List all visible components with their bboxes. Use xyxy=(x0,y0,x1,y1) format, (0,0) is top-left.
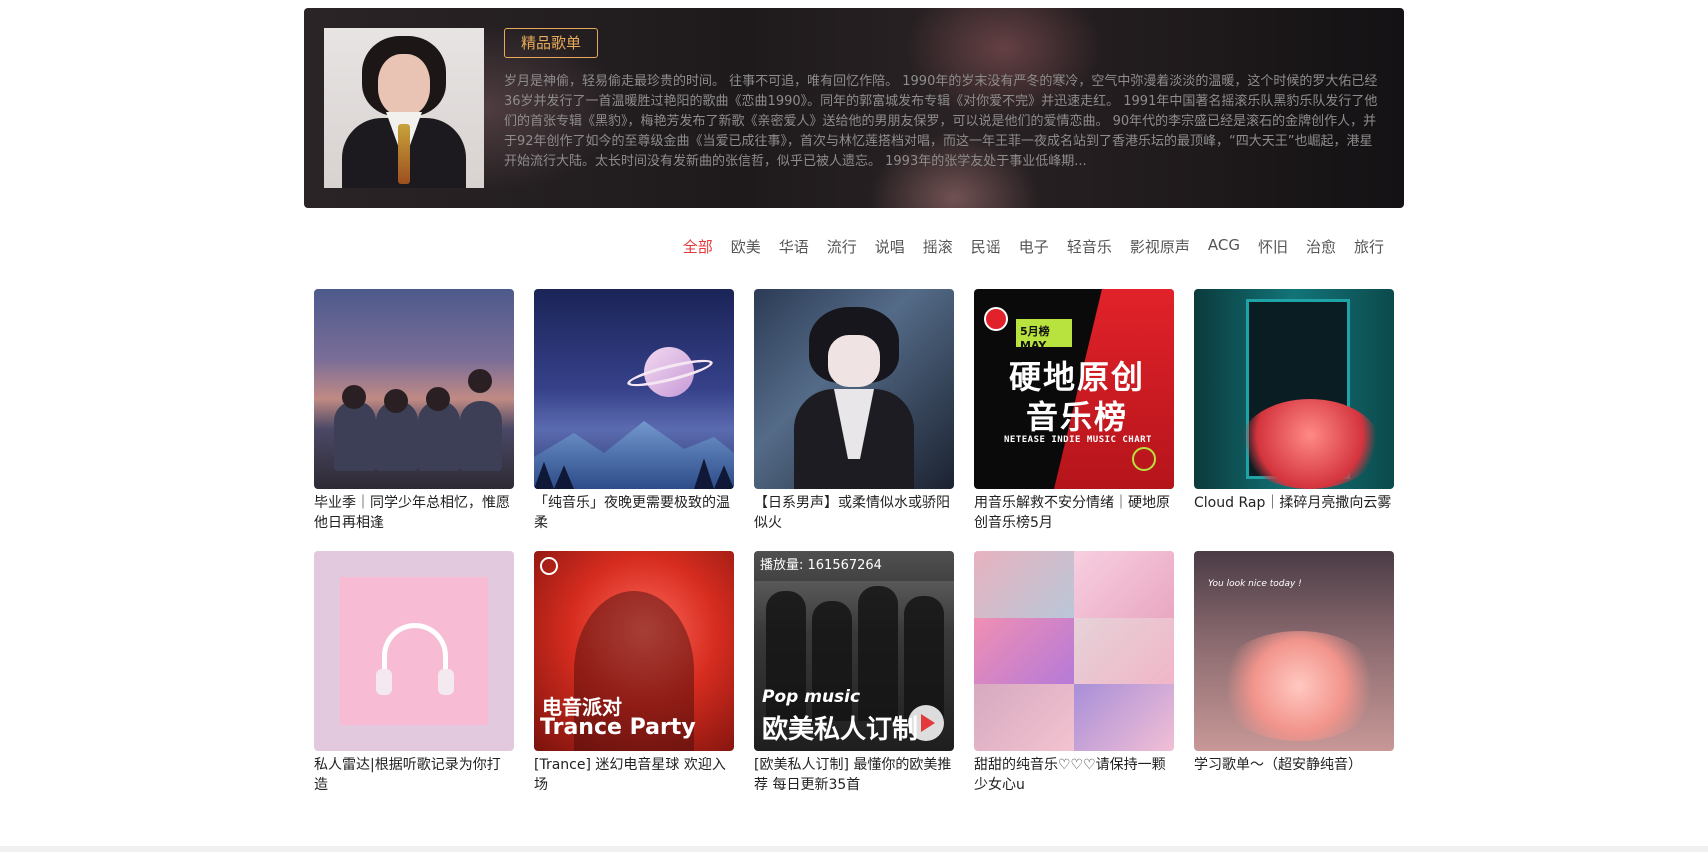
playlist-title[interactable]: [欧美私人订制] 最懂你的欧美推荐 每日更新35首 xyxy=(754,755,954,795)
featured-playlist-banner[interactable]: 精品歌单 岁月是神偷，轻易偷走最珍贵的时间。 往事不可追，唯有回忆作陪。 199… xyxy=(304,8,1404,208)
tab-8[interactable]: 轻音乐 xyxy=(1067,236,1112,257)
playlist-card[interactable]: You look nice today ! 学习歌单～（超安静纯音） xyxy=(1194,551,1394,795)
tab-5[interactable]: 摇滚 xyxy=(923,236,953,257)
playlist-title[interactable]: 毕业季｜同学少年总相忆，惟愿他日再相逢 xyxy=(314,493,514,533)
playlist-card[interactable]: Cloud Rap｜揉碎月亮撒向云雾 xyxy=(1194,289,1394,533)
page-bottom-divider xyxy=(0,846,1708,852)
playlist-card[interactable]: 5月榜 MAY. 硬地原创音乐榜 NETEASE INDIE MUSIC CHA… xyxy=(974,289,1174,533)
netease-logo-icon xyxy=(540,557,558,575)
cover-title-text: 硬地原创音乐榜 xyxy=(1008,358,1145,436)
playlist-cover[interactable]: 电音派对 Trance Party xyxy=(534,551,734,751)
tab-4[interactable]: 说唱 xyxy=(875,236,905,257)
playlist-title[interactable]: 学习歌单～（超安静纯音） xyxy=(1194,755,1394,795)
page: 精品歌单 岁月是神偷，轻易偷走最珍贵的时间。 往事不可追，唯有回忆作陪。 199… xyxy=(0,0,1708,852)
playlist-cover[interactable] xyxy=(314,551,514,751)
playlist-title[interactable]: 【日系男声】或柔情似水或骄阳似火 xyxy=(754,493,954,533)
playlist-cover[interactable]: 5月榜 MAY. 硬地原创音乐榜 NETEASE INDIE MUSIC CHA… xyxy=(974,289,1174,489)
tab-11[interactable]: 怀旧 xyxy=(1258,236,1288,257)
playlist-title[interactable]: [Trance] 迷幻电音星球 欢迎入场 xyxy=(534,755,734,795)
tab-2[interactable]: 华语 xyxy=(779,236,809,257)
playlist-cover[interactable] xyxy=(1194,289,1394,489)
tab-1[interactable]: 欧美 xyxy=(731,236,761,257)
playlist-title[interactable]: 用音乐解救不安分情绪｜硬地原创音乐榜5月 xyxy=(974,493,1174,533)
cover-subtitle-text: Trance Party xyxy=(540,715,696,740)
month-badge: 5月榜 MAY. xyxy=(1016,319,1072,352)
playlist-card[interactable]: 【日系男声】或柔情似水或骄阳似火 xyxy=(754,289,954,533)
playlist-card[interactable]: 甜甜的纯音乐♡♡♡请保持一颗少女心u xyxy=(974,551,1174,795)
playlist-title[interactable]: 甜甜的纯音乐♡♡♡请保持一颗少女心u xyxy=(974,755,1174,795)
playlist-card[interactable]: 电音派对 Trance Party [Trance] 迷幻电音星球 欢迎入场 xyxy=(534,551,734,795)
premium-playlist-badge[interactable]: 精品歌单 xyxy=(504,28,599,58)
playlist-cover[interactable] xyxy=(754,289,954,489)
playlist-grid: 毕业季｜同学少年总相忆，惟愿他日再相逢 「纯音乐」夜晚更需要极致的温柔 【日系男… xyxy=(314,289,1394,795)
playlist-card[interactable]: 毕业季｜同学少年总相忆，惟愿他日再相逢 xyxy=(314,289,514,533)
playlist-title[interactable]: 「纯音乐」夜晚更需要极致的温柔 xyxy=(534,493,734,533)
playlist-cover[interactable] xyxy=(974,551,1174,751)
netease-logo-icon xyxy=(984,307,1008,331)
tab-6[interactable]: 民谣 xyxy=(971,236,1001,257)
tab-0[interactable]: 全部 xyxy=(683,236,713,257)
tab-3[interactable]: 流行 xyxy=(827,236,857,257)
play-button[interactable] xyxy=(908,705,944,741)
featured-description: 岁月是神偷，轻易偷走最珍贵的时间。 往事不可追，唯有回忆作陪。 1990年的岁末… xyxy=(504,74,1378,169)
playlist-card[interactable]: 播放量: 161567264 Pop music 欧美私人订制 [欧美私人订制]… xyxy=(754,551,954,795)
playlist-card[interactable]: 「纯音乐」夜晚更需要极致的温柔 xyxy=(534,289,734,533)
playlist-cover[interactable] xyxy=(534,289,734,489)
tab-12[interactable]: 治愈 xyxy=(1306,236,1336,257)
category-tabs: 全部 欧美 华语 流行 说唱 摇滚 民谣 电子 轻音乐 影视原声 ACG 怀旧 治愈 旅行 xyxy=(683,236,1384,257)
crosshair-icon xyxy=(1132,447,1156,471)
tab-7[interactable]: 电子 xyxy=(1019,236,1049,257)
playlist-cover[interactable]: You look nice today ! xyxy=(1194,551,1394,751)
cover-title-text: 欧美私人订制 xyxy=(762,715,919,745)
tab-10[interactable]: ACG xyxy=(1208,236,1240,257)
playlist-title[interactable]: Cloud Rap｜揉碎月亮撒向云雾 xyxy=(1194,493,1394,533)
tab-13[interactable]: 旅行 xyxy=(1354,236,1384,257)
tab-9[interactable]: 影视原声 xyxy=(1130,236,1190,257)
featured-cover-image[interactable] xyxy=(324,28,484,188)
playlist-cover[interactable] xyxy=(314,289,514,489)
play-count-overlay: 播放量: 161567264 xyxy=(754,551,954,581)
playlist-card[interactable]: 私人雷达|根据听歌记录为你打造 xyxy=(314,551,514,795)
cover-subtitle-text: Pop music xyxy=(762,687,861,707)
cover-handwriting-text: You look nice today ! xyxy=(1208,579,1302,589)
playlist-cover[interactable]: 播放量: 161567264 Pop music 欧美私人订制 xyxy=(754,551,954,751)
playlist-title[interactable]: 私人雷达|根据听歌记录为你打造 xyxy=(314,755,514,795)
cover-subtitle-text: NETEASE INDIE MUSIC CHART xyxy=(1004,435,1152,445)
